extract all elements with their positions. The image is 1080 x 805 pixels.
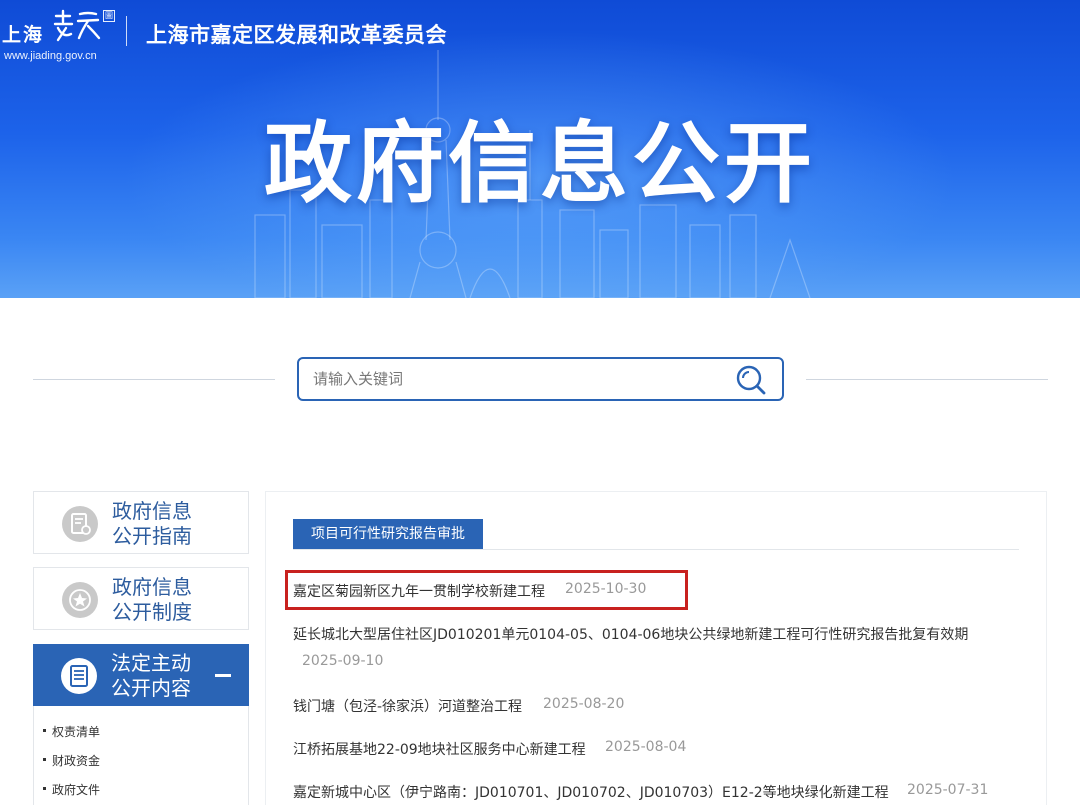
sidebar-item-guide[interactable]: 政府信息 公开指南	[33, 491, 249, 554]
search-input[interactable]	[313, 367, 723, 391]
sidebar-item-label: 政府信息 公开指南	[112, 499, 192, 548]
search-divider-right	[806, 379, 1048, 380]
list-item-title[interactable]: 江桥拓展基地22-09地块社区服务中心新建工程	[293, 739, 586, 759]
list-item-date: 2025-08-20	[543, 696, 625, 712]
collapse-minus-icon[interactable]	[215, 674, 231, 677]
list-item-date: 2025-08-04	[605, 739, 687, 755]
submenu-item[interactable]: 财政资金	[42, 752, 100, 769]
submenu-item[interactable]: 政府文件	[42, 781, 100, 798]
org-title[interactable]: 上海市嘉定区发展和改革委员会	[146, 19, 447, 49]
submenu-item[interactable]: 权责清单	[42, 723, 100, 740]
tab-feasibility-report-approval[interactable]: 项目可行性研究报告审批	[293, 519, 483, 549]
search-icon	[736, 365, 766, 395]
page-hero-title: 政府信息公开	[263, 112, 816, 215]
jiading-calligraphy-logo	[53, 9, 101, 42]
tab-underline	[293, 549, 1019, 550]
brand-text: 上海	[2, 24, 45, 46]
annotation-highlight-box	[285, 570, 688, 610]
brand-seal: 圖	[103, 10, 115, 22]
sidebar-item-statutory-content[interactable]: 法定主动 公开内容	[33, 644, 249, 706]
header-banner: 上海 圖 www.jiading.gov.cn 上海市嘉定区发展和改革委员会 政…	[0, 0, 1080, 298]
guide-document-icon	[62, 506, 98, 542]
list-item-title[interactable]: 延长城北大型居住社区JD010201单元0104-05、0104-06地块公共绿…	[293, 624, 968, 644]
sidebar-item-policy[interactable]: 政府信息 公开制度	[33, 567, 249, 630]
header-divider	[126, 16, 127, 46]
search-divider-left	[33, 379, 275, 380]
list-item-date: 2025-09-10	[302, 653, 384, 669]
sidebar-submenu: 权责清单 财政资金 政府文件	[33, 706, 249, 805]
list-item-title[interactable]: 嘉定新城中心区（伊宁路南：JD010701、JD010702、JD010703）…	[293, 782, 889, 802]
list-item-title[interactable]: 钱门塘（包泾-徐家浜）河道整治工程	[293, 696, 522, 716]
search-bar	[297, 357, 784, 401]
brand-url: www.jiading.gov.cn	[4, 50, 97, 62]
list-document-icon	[61, 658, 97, 694]
list-item-date: 2025-07-31	[907, 782, 989, 798]
policy-star-icon	[62, 582, 98, 618]
sidebar-item-label: 法定主动 公开内容	[111, 651, 191, 700]
sidebar-item-label: 政府信息 公开制度	[112, 575, 192, 624]
search-button[interactable]	[735, 364, 767, 396]
